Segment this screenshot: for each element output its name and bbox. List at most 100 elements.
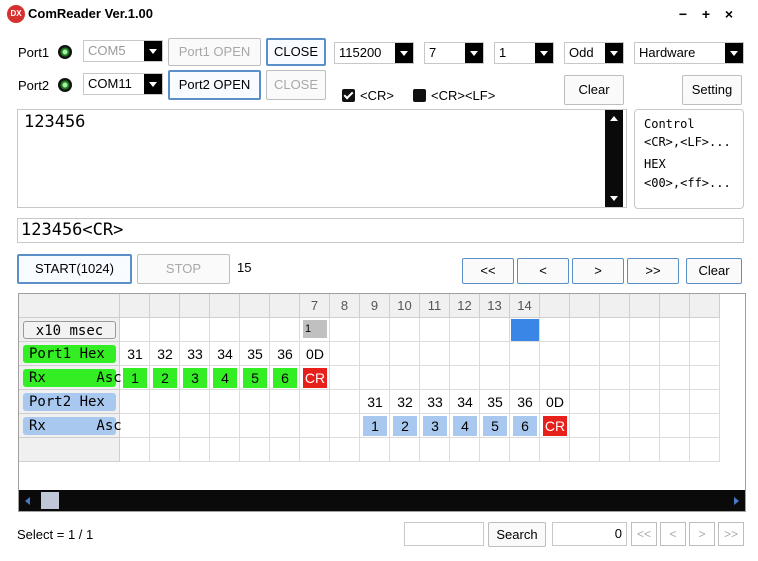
crlf-checkbox[interactable]	[413, 89, 426, 102]
port2-close-button[interactable]: CLOSE	[266, 70, 326, 100]
grid-cell[interactable]	[360, 318, 390, 342]
grid-cell[interactable]	[600, 414, 630, 438]
scroll-right-icon[interactable]	[734, 497, 739, 505]
start-button[interactable]: START(1024)	[17, 254, 132, 284]
grid-cell[interactable]	[150, 318, 180, 342]
send-textarea[interactable]: 123456	[17, 109, 627, 208]
close-window-button[interactable]: ×	[720, 5, 738, 23]
grid-cell[interactable]	[270, 414, 300, 438]
baud-rate-select[interactable]: 115200	[334, 42, 414, 64]
grid-cell[interactable]	[150, 438, 180, 462]
footer-prev-button[interactable]: <	[660, 522, 686, 546]
grid-cell[interactable]	[690, 390, 720, 414]
grid-cell[interactable]	[600, 438, 630, 462]
grid-cell[interactable]	[180, 390, 210, 414]
grid-cell[interactable]	[300, 390, 330, 414]
grid-cell[interactable]	[240, 414, 270, 438]
grid-cell[interactable]	[660, 366, 690, 390]
grid-cell[interactable]	[450, 318, 480, 342]
cr-checkbox[interactable]	[342, 89, 355, 102]
grid-cell[interactable]	[240, 390, 270, 414]
grid-cell[interactable]	[630, 318, 660, 342]
grid-cell[interactable]	[330, 414, 360, 438]
grid-cell[interactable]	[360, 342, 390, 366]
grid-cell[interactable]	[120, 390, 150, 414]
grid-cell[interactable]	[420, 342, 450, 366]
grid-cell[interactable]	[690, 318, 720, 342]
grid-cell[interactable]	[480, 366, 510, 390]
grid-cell[interactable]	[630, 342, 660, 366]
grid-cell[interactable]	[120, 318, 150, 342]
grid-cell[interactable]	[270, 438, 300, 462]
grid-cell[interactable]	[480, 438, 510, 462]
grid-cell[interactable]	[180, 318, 210, 342]
grid-cell[interactable]	[210, 390, 240, 414]
grid-cell[interactable]	[180, 414, 210, 438]
footer-first-button[interactable]: <<	[631, 522, 657, 546]
grid-cell[interactable]	[330, 366, 360, 390]
grid-cell[interactable]	[480, 342, 510, 366]
grid-cell[interactable]	[360, 366, 390, 390]
grid-cell[interactable]	[690, 342, 720, 366]
prev-page-button[interactable]: <	[517, 258, 569, 284]
grid-cell[interactable]	[420, 366, 450, 390]
grid-cell[interactable]	[660, 390, 690, 414]
grid-cell[interactable]	[390, 342, 420, 366]
grid-cell[interactable]	[630, 366, 660, 390]
grid-cell[interactable]	[210, 414, 240, 438]
grid-cell[interactable]	[690, 438, 720, 462]
grid-cell[interactable]	[300, 438, 330, 462]
port1-close-button[interactable]: CLOSE	[266, 38, 326, 66]
grid-cell[interactable]	[690, 366, 720, 390]
grid-cell[interactable]	[330, 342, 360, 366]
clear-send-button[interactable]: Clear	[564, 75, 624, 105]
grid-cell[interactable]	[120, 438, 150, 462]
grid-cell[interactable]	[540, 318, 570, 342]
setting-button[interactable]: Setting	[682, 75, 742, 105]
grid-cell[interactable]	[330, 318, 360, 342]
grid-cell[interactable]	[570, 438, 600, 462]
grid-cell[interactable]	[420, 318, 450, 342]
scroll-up-icon[interactable]	[605, 110, 623, 128]
grid-cell[interactable]	[690, 414, 720, 438]
scroll-down-icon[interactable]	[605, 189, 623, 207]
grid-cell[interactable]	[330, 390, 360, 414]
grid-cell[interactable]	[660, 318, 690, 342]
grid-cell[interactable]	[240, 318, 270, 342]
grid-cell[interactable]	[570, 342, 600, 366]
grid-cell[interactable]	[420, 438, 450, 462]
grid-cell[interactable]	[300, 414, 330, 438]
grid-cell[interactable]	[660, 414, 690, 438]
grid-cell[interactable]	[600, 318, 630, 342]
grid-cell[interactable]	[390, 366, 420, 390]
grid-cell[interactable]	[600, 366, 630, 390]
grid-cell[interactable]	[180, 438, 210, 462]
grid-cell[interactable]	[570, 414, 600, 438]
grid-cell[interactable]	[360, 438, 390, 462]
grid-cell[interactable]	[240, 438, 270, 462]
grid-cell[interactable]	[270, 318, 300, 342]
grid-cell[interactable]	[630, 438, 660, 462]
grid-cell[interactable]	[210, 318, 240, 342]
grid-cell[interactable]	[570, 318, 600, 342]
footer-next-button[interactable]: >	[689, 522, 715, 546]
grid-cell[interactable]	[450, 342, 480, 366]
grid-cell[interactable]	[270, 390, 300, 414]
port1-com-select[interactable]: COM5	[83, 40, 163, 62]
stop-bits-select[interactable]: 1	[494, 42, 554, 64]
grid-cell[interactable]	[450, 438, 480, 462]
port2-open-button[interactable]: Port2 OPEN	[168, 70, 261, 100]
grid-cell[interactable]	[510, 342, 540, 366]
search-button[interactable]: Search	[488, 522, 546, 547]
grid-horizontal-scrollbar[interactable]	[19, 490, 745, 511]
search-input[interactable]	[404, 522, 484, 546]
grid-cell[interactable]	[540, 342, 570, 366]
grid-cell[interactable]	[660, 342, 690, 366]
data-grid[interactable]: 7 8 9 10 11 12 13 14 x10 msec Port1 Hex Rx Asc Port…	[18, 293, 746, 512]
grid-cell[interactable]	[540, 438, 570, 462]
minimize-button[interactable]: −	[674, 5, 692, 23]
first-page-button[interactable]: <<	[462, 258, 514, 284]
send-textarea-scrollbar[interactable]	[605, 110, 623, 207]
grid-cell[interactable]	[510, 366, 540, 390]
grid-cell[interactable]	[660, 438, 690, 462]
